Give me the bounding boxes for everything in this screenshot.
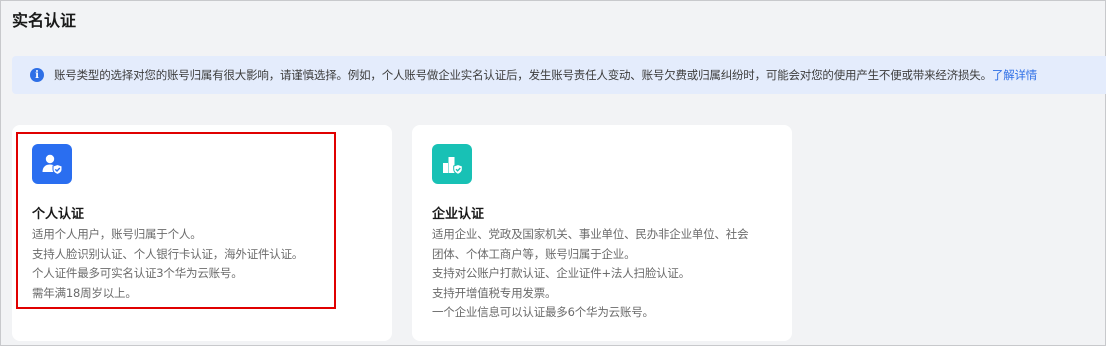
- personal-auth-card[interactable]: 个人认证 适用个人用户，账号归属于个人。 支持人脸识别认证、个人银行卡认证，海外…: [12, 125, 392, 341]
- description-line: 适用个人用户，账号归属于个人。: [32, 227, 202, 241]
- personal-auth-description: 适用个人用户，账号归属于个人。 支持人脸识别认证、个人银行卡认证，海外证件认证。…: [32, 225, 382, 303]
- learn-more-link[interactable]: 了解详情: [992, 67, 1037, 83]
- description-line: 个人证件最多可实名认证3个华为云账号。: [32, 266, 243, 280]
- notice-text: 账号类型的选择对您的账号归属有很大影响，请谨慎选择。例如，个人账号做企业实名认证…: [54, 68, 992, 82]
- enterprise-auth-title: 企业认证: [432, 207, 485, 222]
- description-line: 支持人脸识别认证、个人银行卡认证，海外证件认证。: [32, 246, 304, 261]
- description-line: 适用企业、党政及国家机关、事业单位、民办非企业单位、社会: [432, 227, 749, 241]
- personal-user-shield-icon: [32, 144, 72, 184]
- enterprise-building-shield-icon: [432, 144, 472, 184]
- page-title: 实名认证: [12, 11, 77, 30]
- info-icon: i: [30, 68, 44, 82]
- description-line: 一个企业信息可以认证最多6个华为云账号。: [432, 305, 654, 319]
- personal-auth-title: 个人认证: [32, 207, 85, 222]
- enterprise-auth-card[interactable]: 企业认证 适用企业、党政及国家机关、事业单位、民办非企业单位、社会 团体、个体工…: [412, 125, 792, 341]
- description-line: 支持对公账户打款认证、企业证件+法人扫脸认证。: [432, 266, 691, 280]
- description-line: 团体、个体工商户等，账号归属于企业。: [432, 246, 636, 261]
- description-line: 需年满18周岁以上。: [32, 285, 137, 300]
- description-line: 支持开增值税专用发票。: [432, 285, 557, 300]
- enterprise-auth-description: 适用企业、党政及国家机关、事业单位、民办非企业单位、社会 团体、个体工商户等，账…: [432, 225, 782, 323]
- notice-banner: i 账号类型的选择对您的账号归属有很大影响，请谨慎选择。例如，个人账号做企业实名…: [12, 56, 1106, 94]
